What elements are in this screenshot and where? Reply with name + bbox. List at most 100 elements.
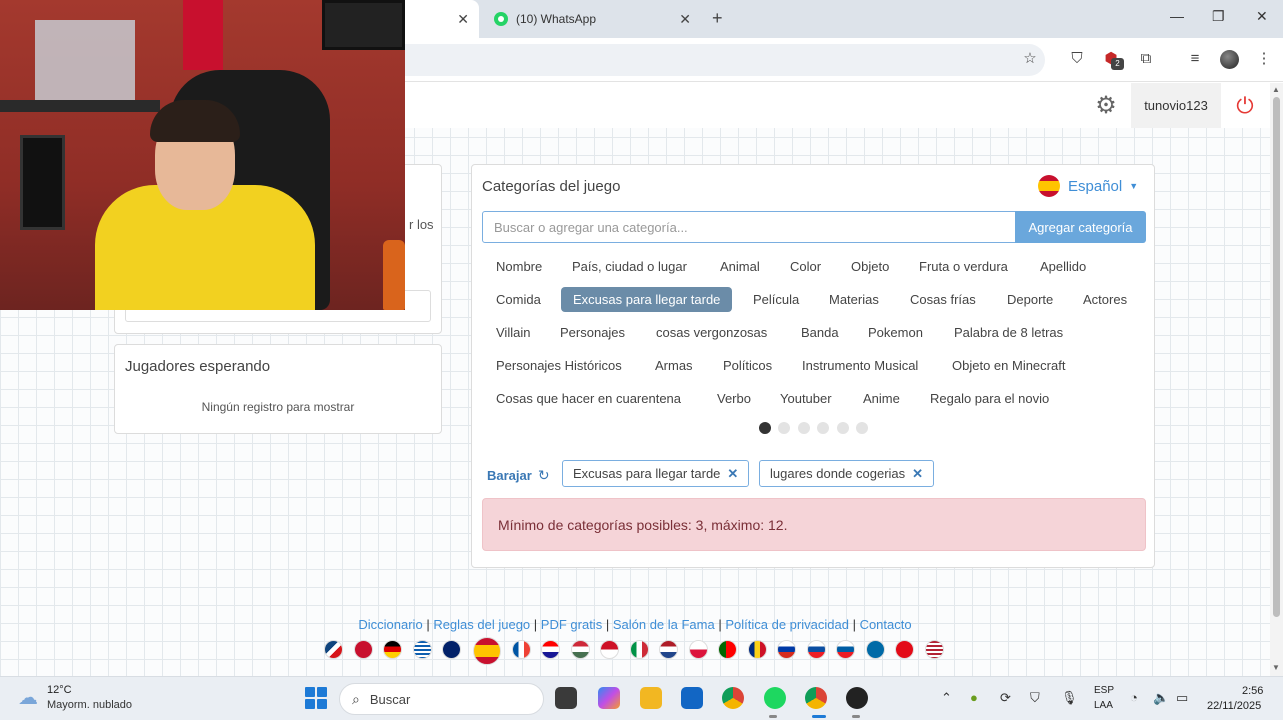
category-chip[interactable]: Youtuber (780, 386, 832, 411)
hungary-flag-icon[interactable] (571, 640, 590, 659)
footer-link[interactable]: Salón de la Fama (613, 617, 715, 632)
category-chip[interactable]: Pokemon (868, 320, 923, 345)
power-icon[interactable]: ⏻ (1233, 94, 1257, 118)
cloud-sun-icon[interactable]: ☁ (18, 685, 38, 710)
scroll-down-icon[interactable]: ▼ (1272, 663, 1280, 672)
category-chip[interactable]: Villain (496, 320, 530, 345)
poland-flag-icon[interactable] (689, 640, 708, 659)
wifi-icon[interactable]: ◔ (1130, 690, 1138, 705)
category-chip[interactable]: Materias (829, 287, 879, 312)
restore-button[interactable]: ❐ (1212, 8, 1225, 25)
pagination-dot[interactable] (798, 422, 810, 434)
spain-flag-icon[interactable] (473, 637, 501, 665)
turkey-flag-icon[interactable] (895, 640, 914, 659)
tab-active[interactable]: ✕ (405, 0, 479, 38)
category-chip[interactable]: Apellido (1040, 254, 1086, 279)
app-icon[interactable] (846, 687, 868, 709)
gear-icon[interactable]: ⚙ (1094, 94, 1118, 118)
slovakia-flag-icon[interactable] (807, 640, 826, 659)
input-layout[interactable]: LAA (1094, 700, 1113, 711)
chevron-up-icon[interactable]: ⌃ (941, 690, 952, 706)
tab-close-icon[interactable]: ✕ (457, 11, 469, 28)
media-icon[interactable]: ≡ (1186, 50, 1204, 68)
category-chip[interactable]: cosas vergonzosas (656, 320, 767, 345)
footer-link[interactable]: PDF gratis (541, 617, 602, 632)
scroll-up-icon[interactable]: ▲ (1272, 85, 1280, 94)
category-chip[interactable]: Instrumento Musical (802, 353, 918, 378)
username-label[interactable]: tunovio123 (1131, 83, 1221, 128)
sweden-flag-icon[interactable] (866, 640, 885, 659)
shield-icon[interactable]: ⛉ (1068, 50, 1086, 68)
star-icon[interactable]: ☆ (1021, 50, 1039, 68)
tab-close-icon[interactable]: ✕ (679, 11, 691, 28)
file-explorer-icon[interactable] (640, 687, 662, 709)
add-category-button[interactable]: Agregar categoría (1015, 211, 1146, 243)
category-chip[interactable]: Anime (863, 386, 900, 411)
france-flag-icon[interactable] (512, 640, 531, 659)
category-chip[interactable]: Cosas que hacer en cuarentena (496, 386, 681, 411)
clock-date[interactable]: 22/11/2025 (1207, 700, 1261, 712)
new-tab-button[interactable]: + (712, 8, 723, 29)
remove-icon[interactable]: ✕ (727, 466, 738, 482)
footer-link[interactable]: Reglas del juego (433, 617, 530, 632)
uk-flag-icon[interactable] (442, 640, 461, 659)
tray-shield-icon[interactable]: ⛉ (1030, 690, 1040, 706)
tab-whatsapp[interactable]: (10) WhatsApp ✕ (486, 0, 701, 38)
category-chip[interactable]: Color (790, 254, 821, 279)
weather-description[interactable]: Mayorm. nublado (47, 699, 132, 711)
category-chip[interactable]: Fruta o verdura (919, 254, 1008, 279)
indonesia-flag-icon[interactable] (600, 640, 619, 659)
category-chip[interactable]: Comida (496, 287, 541, 312)
category-chip[interactable]: Armas (655, 353, 693, 378)
chrome-icon[interactable] (722, 687, 744, 709)
tray-app-icon[interactable]: ● (970, 690, 978, 705)
germany-flag-icon[interactable] (383, 640, 402, 659)
pagination-dot[interactable] (856, 422, 868, 434)
category-chip[interactable]: Deporte (1007, 287, 1053, 312)
pagination-dot[interactable] (759, 422, 771, 434)
weather-temperature[interactable]: 12°C (47, 684, 72, 696)
copilot-icon[interactable] (598, 687, 620, 709)
microphone-icon[interactable]: 🎙 (1061, 690, 1078, 706)
category-chip[interactable]: Verbo (717, 386, 751, 411)
language-select[interactable]: Español ▼ (1038, 175, 1138, 197)
footer-link[interactable]: Política de privacidad (725, 617, 849, 632)
scrollbar-thumb[interactable] (1273, 97, 1280, 617)
category-chip[interactable]: Nombre (496, 254, 542, 279)
croatia-flag-icon[interactable] (541, 640, 560, 659)
remove-icon[interactable]: ✕ (912, 466, 923, 482)
clock-time[interactable]: 2:56 (1242, 685, 1263, 697)
category-chip[interactable]: Cosas frías (910, 287, 976, 312)
category-chip[interactable]: Objeto en Minecraft (952, 353, 1065, 378)
close-window-button[interactable]: ✕ (1256, 8, 1268, 25)
category-chip[interactable]: Regalo para el novio (930, 386, 1049, 411)
czech-flag-icon[interactable] (324, 640, 343, 659)
footer-link[interactable]: Diccionario (358, 617, 422, 632)
category-chip[interactable]: Personajes (560, 320, 625, 345)
task-view-icon[interactable] (555, 687, 577, 709)
category-chip-selected[interactable]: Excusas para llegar tarde (561, 287, 733, 312)
spotify-icon[interactable] (764, 687, 786, 709)
minimize-button[interactable]: — (1170, 8, 1184, 24)
category-chip[interactable]: País, ciudad o lugar (572, 254, 687, 279)
russia-flag-icon[interactable] (777, 640, 796, 659)
category-chip[interactable]: Actores (1083, 287, 1127, 312)
tray-sync-icon[interactable]: ⟳ (1000, 690, 1011, 706)
chrome-icon[interactable] (805, 687, 827, 709)
category-chip[interactable]: Personajes Históricos (496, 353, 622, 378)
pagination-dot[interactable] (837, 422, 849, 434)
volume-icon[interactable]: 🔈 (1153, 690, 1169, 706)
category-chip[interactable]: Palabra de 8 letras (954, 320, 1063, 345)
category-chip[interactable]: Objeto (851, 254, 889, 279)
menu-icon[interactable]: ⋮ (1255, 50, 1273, 68)
pagination-dot[interactable] (778, 422, 790, 434)
category-chip[interactable]: Película (753, 287, 799, 312)
shuffle-button[interactable]: Barajar ↻ (487, 467, 550, 484)
category-search-input[interactable] (482, 211, 1016, 243)
greece-flag-icon[interactable] (413, 640, 432, 659)
portugal-flag-icon[interactable] (718, 640, 737, 659)
battery-icon[interactable]: ▭ (1176, 690, 1188, 706)
outlook-icon[interactable] (681, 687, 703, 709)
puzzle-icon[interactable]: ⧉ (1137, 50, 1155, 68)
start-button[interactable] (305, 687, 327, 709)
